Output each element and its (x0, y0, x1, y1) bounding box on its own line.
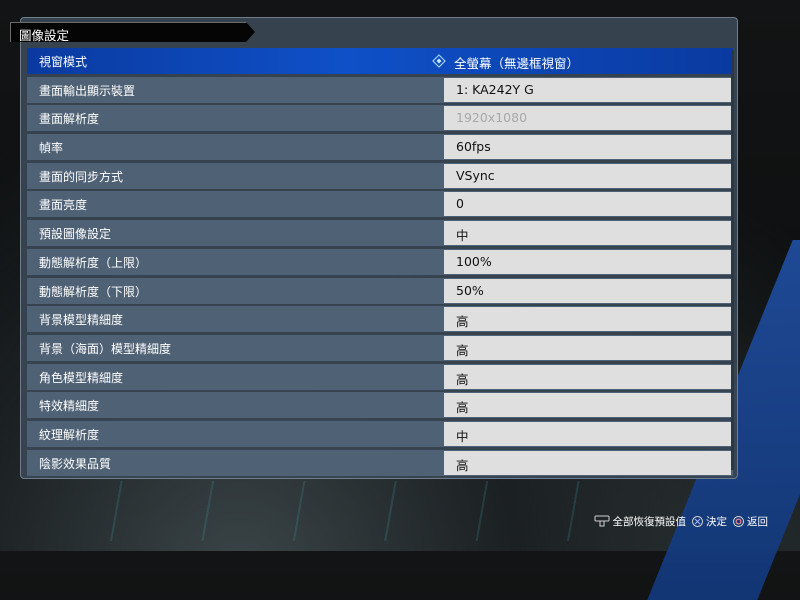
setting-label: 背景模型精細度 (39, 313, 124, 328)
setting-row-brightness[interactable]: 畫面亮度 0 (27, 191, 733, 218)
setting-row-display-device[interactable]: 畫面輸出顯示裝置 1: KA242Y G (27, 76, 733, 103)
setting-value[interactable]: 60fps (444, 135, 731, 160)
scrollbar[interactable] (731, 50, 734, 470)
setting-row-background-model-detail[interactable]: 背景模型精細度 高 (27, 306, 733, 333)
setting-value[interactable]: 高 (444, 364, 731, 389)
setting-row-effects-detail[interactable]: 特效精細度 高 (27, 392, 733, 419)
button-prompts: 全部恢復預設值 決定 返回 (588, 512, 768, 530)
setting-row-sea-model-detail[interactable]: 背景（海面）模型精細度 高 (27, 334, 733, 361)
setting-value[interactable]: 高 (444, 307, 731, 332)
touchpad-icon (594, 515, 609, 527)
setting-label: 陰影效果品質 (39, 456, 112, 471)
setting-label: 幀率 (39, 141, 64, 156)
setting-row-graphics-preset[interactable]: 預設圖像設定 中 (27, 220, 733, 247)
circle-button-icon (733, 515, 744, 527)
confirm-label: 決定 (706, 515, 727, 528)
setting-label: 預設圖像設定 (39, 227, 112, 242)
setting-value[interactable]: 中 (444, 221, 731, 246)
setting-label: 畫面亮度 (39, 198, 88, 213)
setting-label: 視窗模式 (39, 55, 88, 69)
settings-panel: 視窗模式 全螢幕（無邊框視窗） 畫面輸出顯示裝置 1: KA242Y G 畫面解… (20, 17, 738, 479)
back-label: 返回 (747, 515, 768, 528)
setting-value[interactable]: 中 (444, 421, 731, 446)
setting-value[interactable]: 0 (444, 192, 731, 217)
setting-row-dynamic-res-min[interactable]: 動態解析度（下限） 50% (27, 277, 733, 304)
setting-value[interactable]: 高 (444, 450, 731, 475)
setting-value[interactable]: 50% (444, 278, 731, 303)
settings-list: 視窗模式 全螢幕（無邊框視窗） 畫面輸出顯示裝置 1: KA242Y G 畫面解… (27, 48, 733, 478)
setting-label: 動態解析度（上限） (39, 255, 148, 270)
setting-row-framerate[interactable]: 幀率 60fps (27, 134, 733, 161)
back-prompt[interactable]: 返回 (733, 514, 768, 529)
setting-label: 背景（海面）模型精細度 (39, 341, 172, 356)
cross-button-icon (692, 515, 703, 527)
setting-value[interactable]: 100% (444, 249, 731, 274)
setting-row-resolution[interactable]: 畫面解析度 1920x1080 (27, 105, 733, 132)
setting-label: 特效精細度 (39, 399, 100, 414)
setting-label: 角色模型精細度 (39, 370, 124, 385)
setting-row-window-mode[interactable]: 視窗模式 全螢幕（無邊框視窗） (27, 48, 733, 74)
setting-label: 畫面輸出顯示裝置 (39, 83, 136, 98)
confirm-prompt[interactable]: 決定 (692, 514, 727, 529)
setting-value[interactable]: 高 (444, 335, 731, 360)
setting-row-character-model-detail[interactable]: 角色模型精細度 高 (27, 363, 733, 390)
setting-row-dynamic-res-max[interactable]: 動態解析度（上限） 100% (27, 248, 733, 275)
setting-label: 畫面解析度 (39, 112, 100, 127)
setting-value: 1920x1080 (444, 106, 731, 131)
setting-value[interactable]: VSync (444, 163, 731, 188)
page-title: 圖像設定 (19, 28, 70, 43)
setting-label: 紋理解析度 (39, 427, 100, 442)
reset-defaults-label: 全部恢復預設值 (612, 515, 687, 528)
setting-value[interactable]: 全螢幕（無邊框視窗） (432, 49, 731, 73)
setting-row-sync-method[interactable]: 畫面的同步方式 VSync (27, 162, 733, 189)
setting-label: 畫面的同步方式 (39, 169, 124, 184)
setting-row-texture-resolution[interactable]: 紋理解析度 中 (27, 420, 733, 447)
setting-value[interactable]: 1: KA242Y G (444, 77, 731, 102)
setting-row-shadow-quality[interactable]: 陰影效果品質 高 (27, 449, 733, 476)
selection-diamond-icon (432, 54, 446, 68)
setting-value[interactable]: 高 (444, 393, 731, 418)
setting-label: 動態解析度（下限） (39, 284, 148, 299)
screen-title-tab: 圖像設定 (10, 22, 255, 43)
background-glow-cracks (80, 481, 640, 541)
reset-defaults-prompt[interactable]: 全部恢復預設值 (594, 514, 687, 529)
